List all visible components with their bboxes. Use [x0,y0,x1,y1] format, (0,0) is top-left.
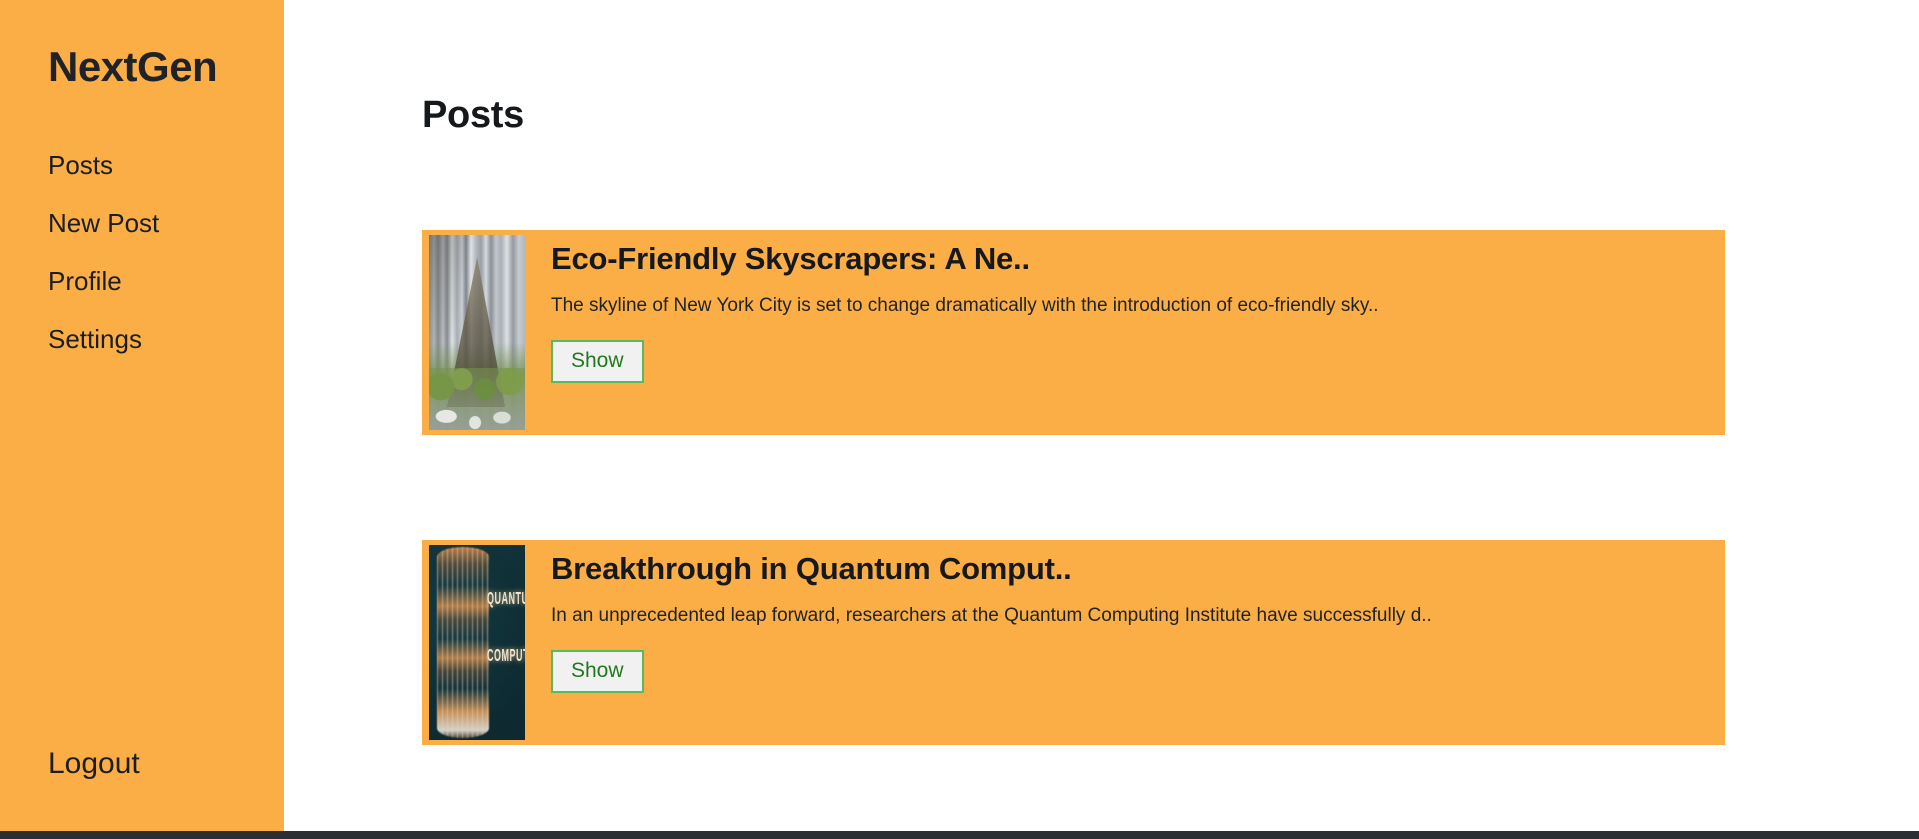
post-body: Breakthrough in Quantum Comput.. In an u… [525,540,1725,693]
post-card[interactable]: Breakthrough in Quantum Comput.. In an u… [422,540,1725,745]
post-title: Breakthrough in Quantum Comput.. [551,551,1072,586]
sidebar-nav: Posts New Post Profile Settings [0,136,284,368]
logout-button[interactable]: Logout [0,749,284,779]
post-card[interactable]: Eco-Friendly Skyscrapers: A Ne.. The sky… [422,230,1725,435]
sidebar-item-profile[interactable]: Profile [0,252,284,310]
post-excerpt: In an unprecedented leap forward, resear… [551,605,1432,627]
app-root: NextGen Posts New Post Profile Settings … [0,0,1919,839]
post-actions: Show [551,649,1725,693]
post-title: Eco-Friendly Skyscrapers: A Ne.. [551,241,1030,276]
main-content: Posts Eco-Friendly Skyscrapers: A Ne.. T… [284,0,1919,831]
window-bottom-bar [0,831,1919,839]
sidebar-item-new-post[interactable]: New Post [0,194,284,252]
eco-skyscraper-thumbnail [429,235,525,430]
page-title: Posts [422,94,524,136]
show-button[interactable]: Show [551,649,644,693]
sidebar-item-settings[interactable]: Settings [0,310,284,368]
brand-logo: NextGen [48,43,218,90]
quantum-computing-thumbnail [429,545,525,740]
sidebar-item-posts[interactable]: Posts [0,136,284,194]
post-list: Eco-Friendly Skyscrapers: A Ne.. The sky… [422,230,1725,745]
post-body: Eco-Friendly Skyscrapers: A Ne.. The sky… [525,230,1725,383]
sidebar: NextGen Posts New Post Profile Settings … [0,0,284,831]
show-button[interactable]: Show [551,339,644,383]
post-actions: Show [551,339,1725,383]
post-excerpt: The skyline of New York City is set to c… [551,295,1379,317]
logout-container: Logout [0,749,284,831]
